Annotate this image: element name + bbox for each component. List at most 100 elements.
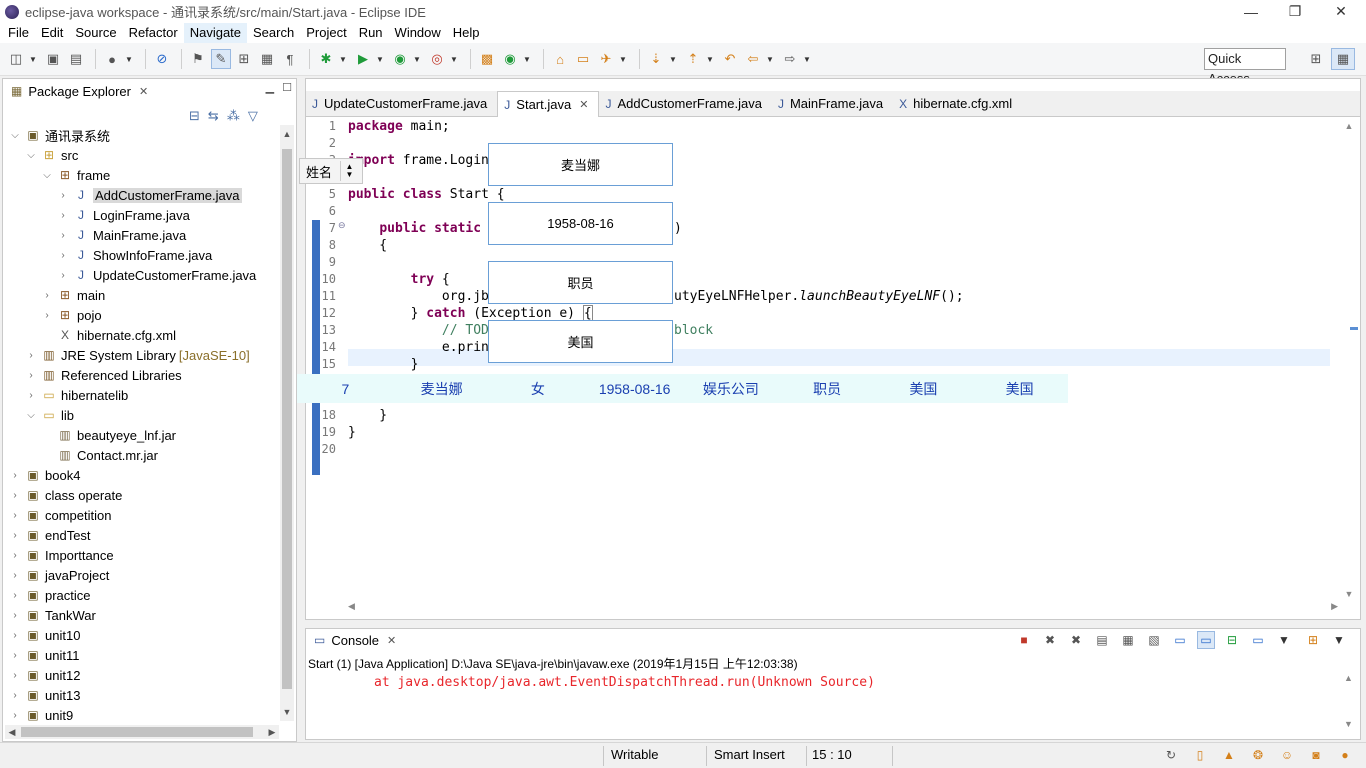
close-button[interactable]: ✕ — [1318, 0, 1364, 23]
search-dropdown-icon[interactable]: ▼ — [619, 49, 627, 69]
tip-icon[interactable]: ● — [1335, 745, 1355, 765]
tree-item[interactable]: › ▣ unit9 — [9, 705, 73, 725]
save-icon[interactable]: ▣ — [43, 49, 63, 69]
chevron-right-icon[interactable]: › — [9, 650, 21, 661]
tree-item[interactable]: ▥ beautyeye_lnf.jar — [41, 425, 176, 445]
field-select-combo[interactable]: 姓名 ▲ ▼ — [299, 158, 363, 184]
tree-item[interactable]: › ▥ JRE System Library [JavaSE-10] — [25, 345, 249, 365]
terminate-icon[interactable]: ■ — [1015, 631, 1033, 649]
word-wrap-icon[interactable]: ▦ — [257, 49, 277, 69]
tree-item[interactable]: › ⊞ pojo — [41, 305, 101, 325]
job-value-box[interactable]: 职员 — [488, 261, 673, 304]
scroll-down-icon[interactable]: ▼ — [280, 705, 294, 719]
previous-annotation-icon[interactable]: ⇡ — [683, 49, 703, 69]
chevron-right-icon[interactable]: › — [9, 630, 21, 641]
menu-help[interactable]: Help — [447, 23, 486, 43]
scroll-lock-icon[interactable]: ▦ — [1119, 631, 1137, 649]
external-tools-dropdown-icon[interactable]: ▼ — [450, 49, 458, 69]
tree-item[interactable]: › J LoginFrame.java — [57, 205, 190, 225]
close-icon[interactable]: ✕ — [387, 634, 396, 647]
publish-icon[interactable]: ● — [102, 49, 122, 69]
overview-ruler-marker[interactable] — [1350, 327, 1358, 330]
block-selection-icon[interactable]: ⊞ — [234, 49, 254, 69]
scroll-down-icon[interactable]: ▼ — [1344, 719, 1353, 729]
new-dropdown-icon[interactable]: ▼ — [29, 49, 37, 69]
tree-item[interactable]: › J UpdateCustomerFrame.java — [57, 265, 256, 285]
editor-tab[interactable]: J Start.java ✕ — [497, 91, 600, 117]
console-output-line[interactable]: at java.desktop/java.awt.EventDispatchTh… — [374, 675, 875, 690]
chevron-right-icon[interactable]: › — [9, 550, 21, 561]
chevron-down-icon[interactable]: ⌵ — [25, 150, 37, 161]
pin-console-icon[interactable]: ⊟ — [1223, 631, 1241, 649]
scroll-right-icon[interactable]: ▶ — [1331, 601, 1338, 612]
menu-refactor[interactable]: Refactor — [123, 23, 184, 43]
tree-item[interactable]: ⌵ ⊞ frame — [41, 165, 110, 185]
tree-item[interactable]: › J ShowInfoFrame.java — [57, 245, 212, 265]
last-edit-location-icon[interactable]: ↶ — [720, 49, 740, 69]
chevron-right-icon[interactable]: › — [9, 470, 21, 481]
chevron-right-icon[interactable]: › — [9, 710, 21, 721]
chevron-right-icon[interactable]: › — [25, 390, 37, 401]
minimize-button[interactable]: — — [1228, 0, 1274, 23]
scroll-right-icon[interactable]: ▶ — [265, 725, 279, 739]
menu-file[interactable]: File — [2, 23, 35, 43]
tree-item[interactable]: › ▭ hibernatelib — [25, 385, 128, 405]
menu-navigate[interactable]: Navigate — [183, 23, 248, 43]
chevron-down-icon[interactable]: ⌵ — [25, 410, 37, 421]
view-menu-icon[interactable]: ▽ — [248, 108, 258, 124]
scrollbar-thumb[interactable] — [282, 149, 292, 689]
new-class-dropdown-icon[interactable]: ▼ — [523, 49, 531, 69]
show-on-output-icon[interactable]: ▭ — [1171, 631, 1189, 649]
collapse-all-icon[interactable]: ⊟ — [189, 108, 200, 124]
birthdate-value-box[interactable]: 1958-08-16 — [488, 202, 673, 245]
chevron-right-icon[interactable]: › — [57, 250, 69, 261]
chevron-right-icon[interactable]: › — [9, 490, 21, 501]
coverage-dropdown-icon[interactable]: ▼ — [413, 49, 421, 69]
publish-dropdown-icon[interactable]: ▼ — [125, 49, 133, 69]
editor-vertical-scrollbar[interactable]: ▲ ▼ — [1342, 121, 1356, 599]
menu-edit[interactable]: Edit — [35, 23, 69, 43]
tree-item[interactable]: › ▣ book4 — [9, 465, 80, 485]
marketplace-icon[interactable]: ☺ — [1277, 745, 1297, 765]
help-icon[interactable]: ❂ — [1248, 745, 1268, 765]
tree-item[interactable]: › ▣ TankWar — [9, 605, 95, 625]
coverage-icon[interactable]: ◉ — [390, 49, 410, 69]
open-task-icon[interactable]: ▭ — [573, 49, 593, 69]
restore-button[interactable]: ❐ — [1272, 0, 1318, 23]
chevron-right-icon[interactable]: › — [9, 510, 21, 521]
word-wrap-icon[interactable]: ▧ — [1145, 631, 1163, 649]
editor-tab[interactable]: J MainFrame.java — [772, 91, 893, 116]
tree-item[interactable]: ⌵ ▣ 通讯录系统 — [9, 125, 110, 145]
show-whitespace-icon[interactable]: ¶ — [280, 49, 300, 69]
forward-icon[interactable]: ⇨ — [780, 49, 800, 69]
run-dropdown-icon[interactable]: ▼ — [376, 49, 384, 69]
tree-item[interactable]: › ▣ javaProject — [9, 565, 109, 585]
tree-item[interactable]: ⌵ ▭ lib — [25, 405, 74, 425]
tree-item[interactable]: › ▣ unit12 — [9, 665, 80, 685]
menu-project[interactable]: Project — [300, 23, 352, 43]
new-java-package-icon[interactable]: ▩ — [477, 49, 497, 69]
chevron-right-icon[interactable]: › — [9, 670, 21, 681]
chevron-right-icon[interactable]: › — [41, 310, 53, 321]
close-icon[interactable]: ✕ — [579, 98, 588, 111]
search-icon[interactable]: ✈ — [596, 49, 616, 69]
editor-tab[interactable]: J UpdateCustomerFrame.java — [306, 91, 497, 116]
focus-icon[interactable]: ⁂ — [227, 108, 240, 124]
news-feed-icon[interactable]: ◙ — [1306, 745, 1326, 765]
chevron-right-icon[interactable]: › — [9, 690, 21, 701]
console-tab[interactable]: ▭ Console ✕ — [306, 629, 405, 651]
previous-annotation-dropdown-icon[interactable]: ▼ — [706, 49, 714, 69]
open-perspective-icon[interactable]: ⊞ — [1304, 48, 1328, 70]
menu-window[interactable]: Window — [389, 23, 447, 43]
tree-item[interactable]: ⌵ ⊞ src — [25, 145, 78, 165]
open-type-icon[interactable]: ⚑ — [188, 49, 208, 69]
scrollbar-thumb[interactable] — [21, 727, 253, 737]
book-icon[interactable]: ▯ — [1190, 745, 1210, 765]
tree-item[interactable]: › J AddCustomerFrame.java — [57, 185, 242, 205]
mark-occurrences-icon[interactable]: ✎ — [211, 49, 231, 69]
forward-dropdown-icon[interactable]: ▼ — [803, 49, 811, 69]
debug-icon[interactable]: ✱ — [316, 49, 336, 69]
maximize-view-icon[interactable]: ☐ — [282, 81, 292, 94]
chevron-right-icon[interactable]: › — [9, 590, 21, 601]
link-with-editor-icon[interactable]: ⇆ — [208, 108, 219, 124]
